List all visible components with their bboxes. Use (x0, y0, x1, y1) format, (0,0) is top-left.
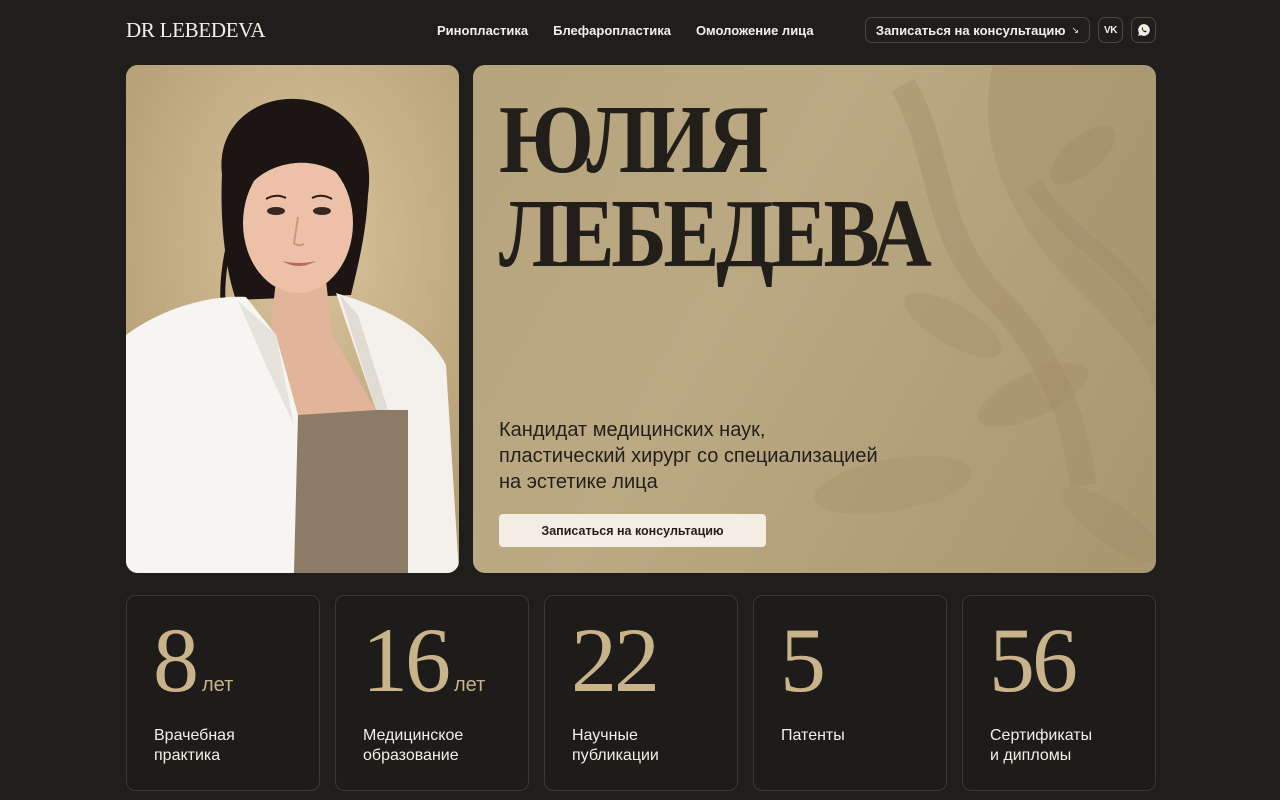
nav-face-rejuvenation[interactable]: Омоложение лица (696, 23, 814, 38)
doctor-photo (126, 65, 459, 573)
stat-value: 8 лет (153, 614, 233, 706)
site-header: DR LEBEDEVA Ринопластика Блефаропластика … (126, 14, 1156, 46)
hero-subtitle: Кандидат медицинских наук, пластический … (499, 417, 929, 495)
nav-rhinoplasty[interactable]: Ринопластика (437, 23, 528, 38)
stat-unit: лет (202, 674, 234, 696)
stat-label: Патенты (781, 726, 845, 746)
stat-value: 22 (571, 614, 663, 706)
hero-title: ЮЛИЯ ЛЕБЕДЕВА (499, 86, 932, 288)
logo-name: LEBEDEVA (159, 17, 266, 42)
stat-number: 22 (571, 609, 660, 711)
stat-card-practice: 8 лет Врачебная практика (126, 595, 320, 791)
hero-title-line2: ЛЕБЕДЕВА (499, 180, 932, 288)
hero-card: ЮЛИЯ ЛЕБЕДЕВА Кандидат медицинских наук,… (473, 65, 1156, 573)
stat-label: Сертификаты и дипломы (990, 726, 1092, 766)
stat-label: Врачебная практика (154, 726, 235, 766)
stat-number: 16 (362, 609, 451, 711)
arrow-down-right-icon: ↘ (1071, 24, 1079, 35)
stat-card-patents: 5 Патенты (753, 595, 947, 791)
stat-label-line1: Сертификаты (990, 727, 1093, 744)
stat-unit: лет (454, 674, 486, 696)
doctor-portrait-illustration (126, 65, 459, 573)
stat-card-education: 16 лет Медицинское образование (335, 595, 529, 791)
stat-value: 16 лет (362, 614, 485, 706)
stat-label-line1: Научные (572, 727, 638, 744)
stat-label-line2: и дипломы (990, 747, 1072, 764)
stat-value: 5 (780, 614, 829, 706)
logo[interactable]: DR LEBEDEVA (126, 17, 266, 42)
stat-value: 56 (989, 614, 1081, 706)
stat-label-line1: Врачебная (154, 727, 235, 744)
stat-label-line2: практика (154, 747, 221, 764)
vk-icon: VK (1104, 24, 1117, 36)
stat-label-line1: Патенты (781, 727, 845, 744)
hero-subtitle-line2: пластический хирург со специализацией (499, 445, 878, 467)
vk-button[interactable]: VK (1098, 17, 1123, 43)
whatsapp-button[interactable] (1131, 17, 1156, 43)
hero-title-line1: ЮЛИЯ (499, 86, 769, 194)
hero-subtitle-line3: на эстетике лица (499, 471, 658, 493)
stat-label: Медицинское образование (363, 726, 463, 766)
header-actions: Записаться на консультацию ↘ VK (864, 17, 1156, 43)
stat-label-line1: Медицинское (363, 727, 464, 744)
stat-label-line2: публикации (572, 747, 659, 764)
stat-number: 5 (780, 609, 826, 711)
stat-number: 56 (989, 609, 1078, 711)
nav-blepharoplasty[interactable]: Блефаропластика (553, 23, 671, 38)
stat-card-certificates: 56 Сертификаты и дипломы (962, 595, 1156, 791)
stats-section: 8 лет Врачебная практика 16 лет Медицинское… (126, 595, 1156, 791)
stat-label: Научные публикации (572, 726, 659, 766)
logo-dr: DR (126, 17, 155, 42)
stat-number: 8 (153, 609, 199, 711)
hero-consultation-button[interactable]: Записаться на консультацию (499, 514, 766, 547)
header-consultation-button[interactable]: Записаться на консультацию ↘ (864, 17, 1090, 43)
stat-label-line2: образование (363, 747, 459, 764)
stat-card-publications: 22 Научные публикации (544, 595, 738, 791)
hero-subtitle-line1: Кандидат медицинских наук, (499, 419, 766, 441)
whatsapp-icon (1137, 24, 1150, 36)
header-consultation-label: Записаться на консультацию (875, 22, 1066, 38)
main-nav: Ринопластика Блефаропластика Омоложение … (437, 14, 814, 46)
